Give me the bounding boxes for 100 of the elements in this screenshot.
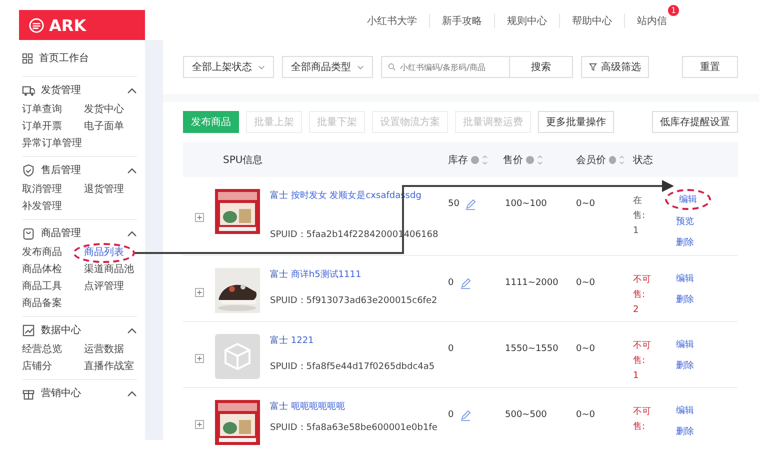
- chevron-down-icon: [258, 64, 265, 70]
- row-action-link[interactable]: 删除: [676, 236, 694, 249]
- spuid-text: SPUID：5fa8a63e58be600001e0b1fe: [270, 422, 438, 434]
- sidebar-item[interactable]: 发布商品: [22, 246, 62, 260]
- product-link[interactable]: 富士 呃呃呃呃呃呃: [270, 400, 345, 413]
- price-value: 1550~1550: [505, 344, 558, 354]
- pencil-icon[interactable]: [460, 278, 471, 289]
- notification-badge: 1: [668, 5, 679, 16]
- row-action-link[interactable]: 编辑: [676, 272, 694, 285]
- sidebar-group[interactable]: 发货管理: [41, 83, 121, 97]
- row-action-link[interactable]: 删除: [676, 293, 694, 306]
- status-text: 不可售: 2: [633, 274, 652, 317]
- chevron-up-icon[interactable]: [127, 390, 137, 396]
- chevron-up-icon[interactable]: [127, 230, 137, 236]
- sidebar-group[interactable]: 售后管理: [41, 163, 121, 177]
- member-price-value: 0~0: [576, 344, 595, 354]
- filter-icon: [589, 63, 597, 71]
- pencil-icon[interactable]: [465, 199, 476, 210]
- header-link[interactable]: 新手攻略: [442, 14, 482, 28]
- sidebar-item[interactable]: 首页工作台: [39, 51, 89, 65]
- status-text: 不可售: 1: [633, 340, 652, 383]
- sidebar-item[interactable]: 经营总览: [22, 343, 62, 357]
- sidebar-item[interactable]: 异常订单管理: [22, 137, 82, 151]
- price-value: 1111~2000: [505, 278, 558, 288]
- expand-icon[interactable]: [194, 420, 204, 429]
- stock-value: 0: [448, 344, 454, 354]
- bag-icon: [22, 226, 35, 240]
- sidebar-item[interactable]: 渠道商品池: [84, 263, 134, 277]
- sidebar-item[interactable]: 点评管理: [84, 280, 124, 294]
- sidebar-item[interactable]: 直播作战室: [84, 360, 134, 374]
- column-header: 售价: [503, 154, 523, 166]
- reset-button[interactable]: 重置: [682, 56, 738, 78]
- chevron-up-icon[interactable]: [127, 86, 137, 94]
- sidebar-item[interactable]: 退货管理: [84, 183, 124, 197]
- row-action-link[interactable]: 编辑: [665, 189, 711, 210]
- product-link[interactable]: 富士 商详h5测试1111: [270, 268, 362, 281]
- sort-icon[interactable]: [619, 154, 625, 164]
- sort-icon[interactable]: [537, 154, 543, 164]
- sidebar-group[interactable]: 数据中心: [41, 323, 121, 337]
- logo-icon: [29, 18, 44, 32]
- row-action-link[interactable]: 删除: [676, 359, 694, 372]
- truck-icon: [22, 84, 35, 96]
- logo-text: ARK: [49, 16, 86, 34]
- chevron-down-icon: [357, 64, 364, 70]
- spuid-text: SPUID：5f913073ad63e200015c6fe2: [270, 295, 438, 307]
- stock-value: 0: [448, 410, 454, 420]
- stock-value: 50: [448, 199, 460, 209]
- chevron-up-icon[interactable]: [127, 166, 137, 174]
- sidebar-item[interactable]: 商品工具: [22, 280, 62, 294]
- row-action-link[interactable]: 预览: [676, 215, 694, 228]
- column-header: 状态: [633, 154, 653, 166]
- product-link[interactable]: 富士 1221: [270, 334, 314, 347]
- sidebar-item[interactable]: 商品备案: [22, 297, 62, 311]
- pencil-icon[interactable]: [460, 410, 471, 421]
- header-link[interactable]: 规则中心: [507, 14, 547, 28]
- sidebar-item[interactable]: 订单开票: [22, 120, 62, 134]
- header-link[interactable]: 小红书大学: [367, 14, 417, 28]
- sidebar-group[interactable]: 商品管理: [41, 226, 121, 240]
- column-header: 库存: [448, 154, 468, 166]
- chart-icon: [22, 324, 35, 336]
- expand-icon[interactable]: [194, 213, 204, 222]
- expand-icon[interactable]: [194, 354, 204, 363]
- member-price-value: 0~0: [576, 410, 595, 420]
- low-stock-button[interactable]: 低库存提醒设置: [652, 111, 738, 133]
- header-link[interactable]: 帮助中心: [572, 14, 612, 28]
- status-dropdown[interactable]: 全部上架状态: [183, 56, 274, 78]
- sidebar-item[interactable]: 电子面单: [84, 120, 124, 134]
- member-price-value: 0~0: [576, 278, 595, 288]
- header-link[interactable]: 站内信: [637, 14, 667, 28]
- sort-icon[interactable]: [482, 154, 488, 164]
- spuid-text: SPUID：5fa8f5e44d17f0265dbdc4a5: [270, 361, 435, 373]
- sidebar-item[interactable]: 发货中心: [84, 103, 124, 117]
- price-value: 500~500: [505, 410, 547, 420]
- sidebar-item[interactable]: 店铺分: [22, 360, 52, 374]
- stock-value: 0: [448, 278, 454, 288]
- row-action-link[interactable]: 编辑: [676, 338, 694, 351]
- package-placeholder-icon: [215, 334, 260, 379]
- sidebar-item[interactable]: 运营数据: [84, 343, 124, 357]
- search-icon: [388, 63, 396, 71]
- status-text: 在售: 1: [633, 194, 646, 238]
- sidebar-group[interactable]: 营销中心: [41, 386, 121, 400]
- sidebar-item[interactable]: 商品体检: [22, 263, 62, 277]
- sidebar-item[interactable]: 订单查询: [22, 103, 62, 117]
- row-action-link[interactable]: 编辑: [676, 404, 694, 417]
- column-header: 会员价: [576, 154, 606, 166]
- status-text: 不可售:: [633, 406, 652, 434]
- batch-action-button[interactable]: 更多批量操作: [538, 111, 614, 133]
- row-action-link[interactable]: 删除: [676, 425, 694, 438]
- shield-icon: [22, 164, 35, 176]
- sidebar-item[interactable]: 商品列表: [73, 243, 135, 263]
- advanced-filter-button[interactable]: 高级筛选: [581, 56, 649, 78]
- column-header: SPU信息: [223, 154, 263, 166]
- expand-icon[interactable]: [194, 288, 204, 297]
- sidebar-item[interactable]: 取消管理: [22, 183, 62, 197]
- member-price-value: 0~0: [576, 199, 595, 209]
- type-dropdown[interactable]: 全部商品类型: [282, 56, 373, 78]
- grid-icon: [22, 52, 33, 64]
- sidebar-item[interactable]: 补发管理: [22, 200, 62, 214]
- chevron-up-icon[interactable]: [127, 326, 137, 334]
- price-value: 100~100: [505, 199, 547, 209]
